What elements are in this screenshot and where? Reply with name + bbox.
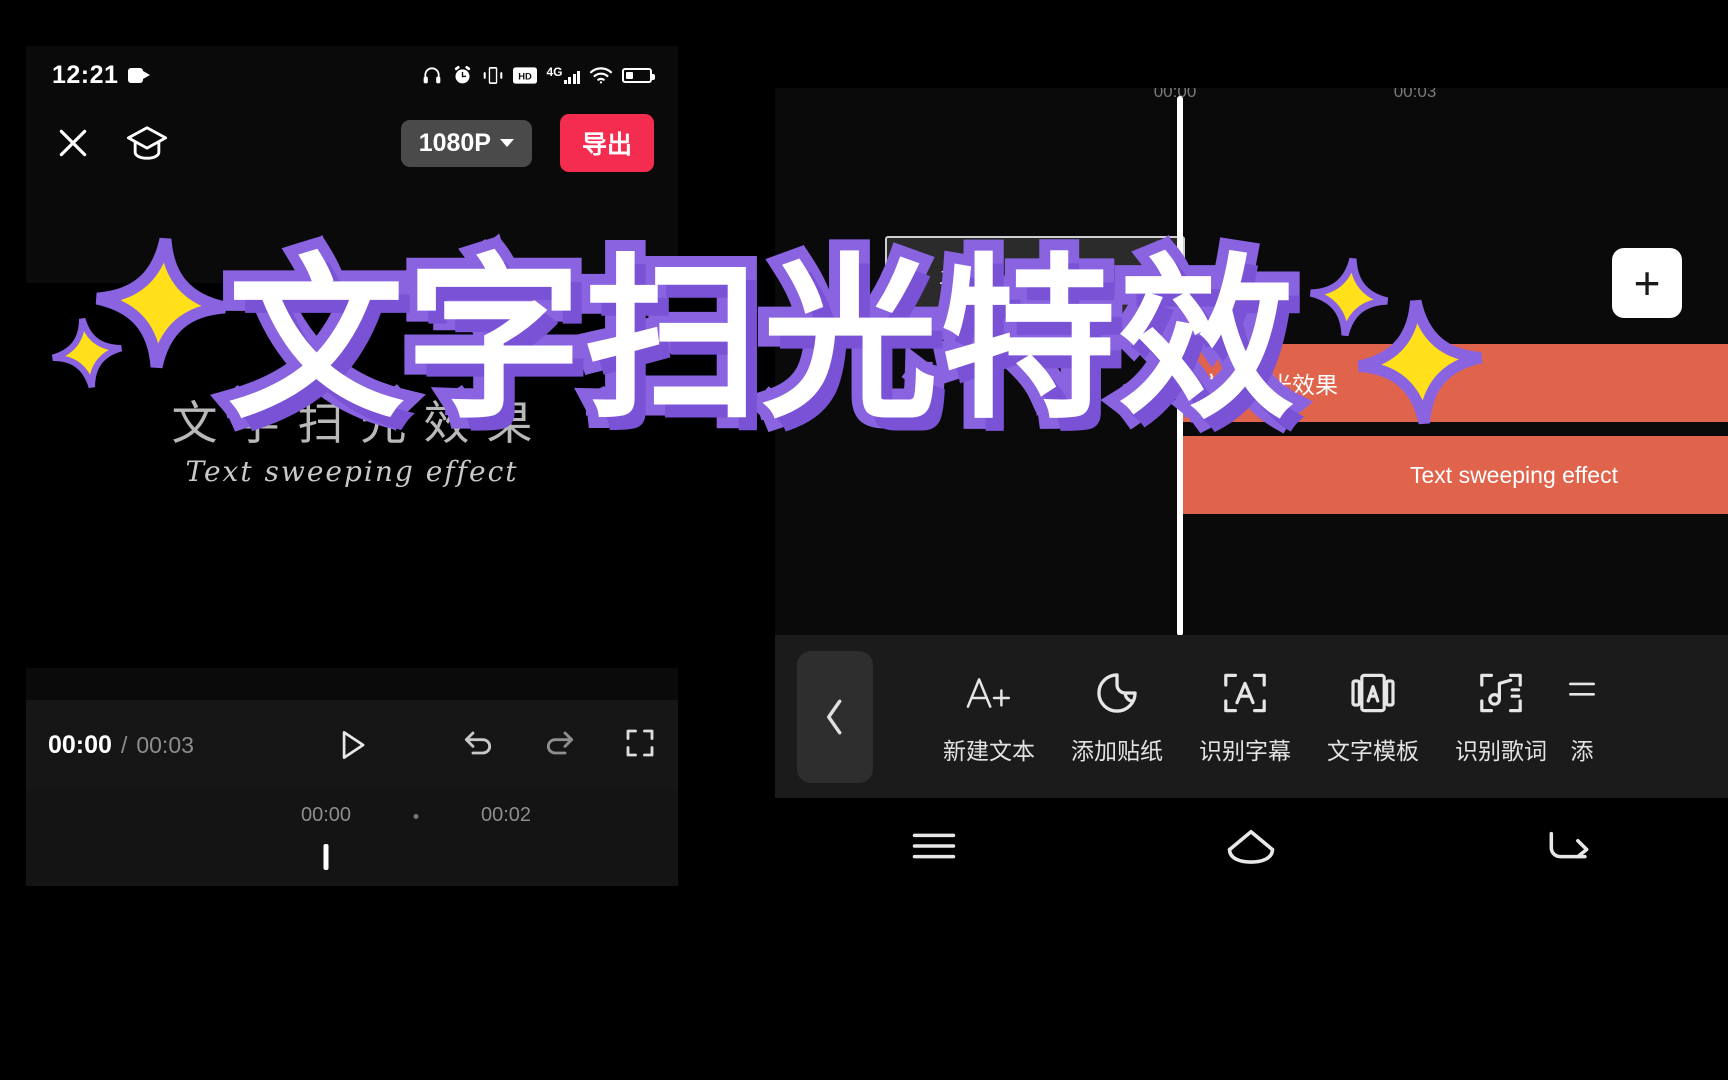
status-bar-clock: 12:21 bbox=[52, 60, 119, 89]
undo-icon[interactable] bbox=[458, 723, 498, 768]
video-clip-label: 二黑 bbox=[939, 267, 978, 289]
fullscreen-icon[interactable] bbox=[622, 725, 658, 766]
4g-signal-icon: 4G bbox=[546, 66, 580, 84]
network-type-label: 4G bbox=[546, 65, 563, 79]
video-track-clip[interactable]: 二黑 bbox=[885, 236, 1185, 316]
wifi-icon bbox=[589, 66, 613, 84]
android-navigation-bar bbox=[775, 798, 1728, 894]
recognize-lyrics-icon bbox=[1477, 668, 1525, 718]
ruler-tick-label: 00:00 bbox=[300, 804, 352, 826]
toolbar-item-label: 识别字幕 bbox=[1199, 737, 1291, 764]
toolbar-item-label: 识别歌词 bbox=[1455, 737, 1547, 764]
a-plus-icon bbox=[963, 668, 1015, 718]
preview-subtitle-text: Text sweeping effect bbox=[185, 455, 519, 488]
add-clip-button[interactable]: + bbox=[1612, 248, 1682, 318]
status-bar: 12:21 HD 4G bbox=[26, 46, 678, 104]
status-bar-left: 12:21 bbox=[52, 60, 151, 90]
current-time-label: 00:00 bbox=[48, 730, 112, 759]
recognize-subtitle-icon bbox=[1221, 668, 1269, 718]
export-button[interactable]: 导出 bbox=[559, 114, 654, 172]
resolution-label: 1080P bbox=[418, 128, 491, 157]
time-display: 00:00 / 00:03 bbox=[48, 731, 194, 760]
toolbar-item-text-template[interactable]: 文字模板 bbox=[1309, 668, 1437, 766]
ruler-tick-label: 00:03 bbox=[1393, 88, 1437, 101]
home-icon[interactable] bbox=[1216, 818, 1286, 874]
status-bar-right: HD 4G bbox=[421, 65, 655, 86]
battery-icon bbox=[622, 67, 655, 83]
hd-icon: HD bbox=[513, 66, 538, 84]
text-template-icon bbox=[1349, 668, 1397, 718]
toolbar-items: 新建文本 添加贴纸 识别字幕 文字模板 识别歌词 添 bbox=[873, 668, 1728, 766]
vibrate-icon bbox=[482, 66, 504, 85]
resolution-selector[interactable]: 1080P bbox=[400, 119, 532, 167]
text-clip-label: Text sweeping effect bbox=[1410, 461, 1618, 488]
total-time-label: 00:03 bbox=[136, 731, 194, 758]
history-controls bbox=[458, 723, 658, 768]
graduation-cap-icon[interactable] bbox=[124, 120, 170, 166]
ruler-tick-label: 00:02 bbox=[480, 804, 532, 826]
play-button[interactable] bbox=[332, 726, 372, 764]
close-icon[interactable] bbox=[50, 120, 96, 166]
text-clip-2[interactable]: Text sweeping effect bbox=[1180, 436, 1728, 514]
chevron-left-icon[interactable] bbox=[797, 650, 873, 783]
redo-icon[interactable] bbox=[540, 723, 580, 768]
timeline-ruler-right[interactable]: 00:00 00:03 bbox=[775, 88, 1728, 112]
toolbar-item-label: 添加贴纸 bbox=[1071, 737, 1163, 764]
editor-left-panel: 12:21 HD 4G 1080P 导出 文字扫光效果 Text sweepin… bbox=[26, 46, 678, 886]
more-icon bbox=[1565, 668, 1599, 718]
preview-title-text: 文字扫光效果 bbox=[171, 397, 550, 449]
text-clip-label: 文字扫光效果 bbox=[1200, 372, 1338, 398]
back-icon[interactable] bbox=[1534, 818, 1604, 874]
editor-top-bar: 1080P 导出 bbox=[26, 104, 678, 182]
toolbar-item-label: 文字模板 bbox=[1327, 737, 1419, 764]
ruler-playhead[interactable] bbox=[323, 844, 329, 870]
toolbar-item-add-sticker[interactable]: 添加贴纸 bbox=[1053, 668, 1181, 766]
video-record-icon bbox=[128, 67, 151, 83]
timeline-panel: 00:00 00:03 二黑 文字扫光效果 Text sweeping effe… bbox=[775, 88, 1728, 798]
sticker-icon bbox=[1094, 668, 1140, 718]
audio-mute-icon bbox=[903, 262, 929, 291]
video-preview[interactable]: 文字扫光效果 Text sweeping effect bbox=[26, 283, 678, 668]
toolbar-item-new-text[interactable]: 新建文本 bbox=[925, 668, 1053, 766]
timeline-ruler-left[interactable]: 00:00 00:02 bbox=[26, 790, 678, 886]
ruler-tick-label: 00:00 bbox=[1153, 88, 1197, 101]
chevron-down-icon bbox=[499, 139, 514, 147]
ruler-tick-dot bbox=[413, 814, 419, 819]
toolbar-item-label: 添 bbox=[1570, 737, 1594, 764]
time-separator: / bbox=[120, 731, 128, 758]
alarm-icon bbox=[452, 65, 473, 86]
headphones-icon bbox=[421, 65, 443, 85]
timeline-playhead[interactable] bbox=[1177, 96, 1183, 636]
toolbar-item-label: 新建文本 bbox=[943, 737, 1035, 764]
text-toolbar: 新建文本 添加贴纸 识别字幕 文字模板 识别歌词 添 bbox=[775, 635, 1728, 798]
svg-text:HD: HD bbox=[519, 70, 533, 81]
playback-bar: 00:00 / 00:03 bbox=[26, 700, 678, 790]
text-clip-1[interactable]: 文字扫光效果 bbox=[1180, 344, 1728, 422]
toolbar-item-more[interactable]: 添 bbox=[1565, 668, 1599, 766]
menu-icon[interactable] bbox=[899, 818, 969, 874]
toolbar-item-recognize-subtitle[interactable]: 识别字幕 bbox=[1181, 668, 1309, 766]
signal-bars bbox=[563, 71, 580, 84]
toolbar-item-recognize-lyrics[interactable]: 识别歌词 bbox=[1437, 668, 1565, 766]
